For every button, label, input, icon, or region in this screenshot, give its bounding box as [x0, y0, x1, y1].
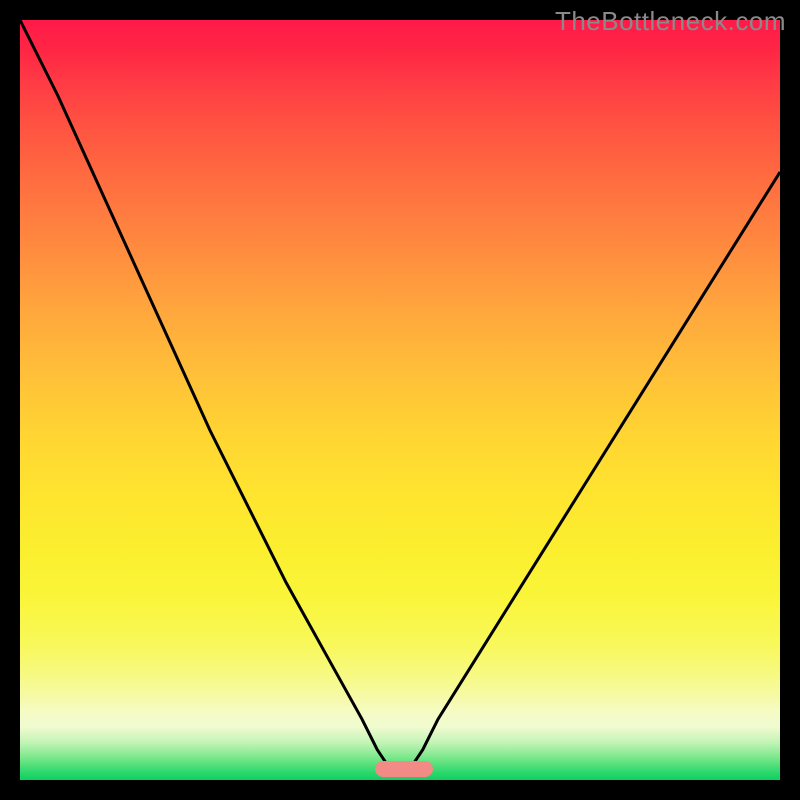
watermark-text: TheBottleneck.com	[555, 6, 786, 37]
bottleneck-curve	[20, 20, 780, 780]
curve-left-branch	[20, 20, 400, 772]
bottleneck-plot	[20, 20, 780, 780]
optimal-zone-marker	[375, 761, 433, 777]
curve-right-branch	[400, 172, 780, 772]
